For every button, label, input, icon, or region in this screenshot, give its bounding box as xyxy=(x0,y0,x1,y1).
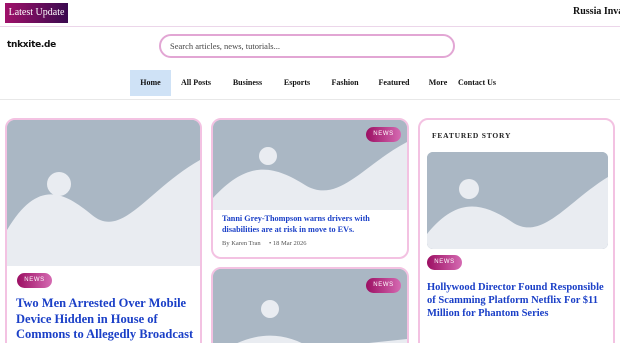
ticker-bar: Latest Update Russia Invades xyxy=(0,0,620,27)
category-badge[interactable]: NEWS xyxy=(366,127,401,142)
category-badge[interactable]: NEWS xyxy=(366,278,401,293)
article-author[interactable]: By Karen Tran xyxy=(222,240,261,247)
site-logo[interactable]: tnkxite.de xyxy=(7,40,56,50)
nav-all-posts[interactable]: All Posts xyxy=(175,70,217,96)
ticker-headline[interactable]: Russia Invades xyxy=(573,6,620,17)
article-card-large[interactable]: NEWS Two Men Arrested Over Mobile Device… xyxy=(5,118,202,343)
nav-more[interactable]: More xyxy=(424,70,452,96)
image-placeholder-icon xyxy=(7,120,200,266)
latest-update-badge: Latest Update xyxy=(5,3,68,23)
nav-contact-us[interactable]: Contact Us xyxy=(454,70,500,96)
nav-esports[interactable]: Esports xyxy=(279,70,315,96)
nav-fashion[interactable]: Fashion xyxy=(325,70,365,96)
article-title[interactable]: Two Men Arrested Over Mobile Device Hidd… xyxy=(16,296,198,343)
featured-title[interactable]: Hollywood Director Found Responsible of … xyxy=(427,281,609,320)
nav-home[interactable]: Home xyxy=(130,70,171,96)
featured-story-heading: FEATURED STORY xyxy=(432,131,512,140)
article-card[interactable]: NEWS Tanni Grey-Thompson warns drivers w… xyxy=(211,118,409,259)
article-card[interactable]: NEWS xyxy=(211,267,409,343)
category-badge[interactable]: NEWS xyxy=(427,255,462,270)
image-placeholder-icon[interactable] xyxy=(427,152,608,249)
featured-story-panel: FEATURED STORY NEWS Hollywood Director F… xyxy=(418,118,615,343)
main-nav: Home All Posts Business Esports Fashion … xyxy=(0,70,620,98)
article-title[interactable]: Tanni Grey-Thompson warns drivers with d… xyxy=(222,214,402,235)
nav-business[interactable]: Business xyxy=(225,70,270,96)
article-date: • 18 Mar 2026 xyxy=(269,240,307,247)
nav-divider xyxy=(0,99,620,100)
category-badge[interactable]: NEWS xyxy=(17,273,52,288)
search-input[interactable] xyxy=(159,34,455,58)
nav-featured[interactable]: Featured xyxy=(374,70,414,96)
